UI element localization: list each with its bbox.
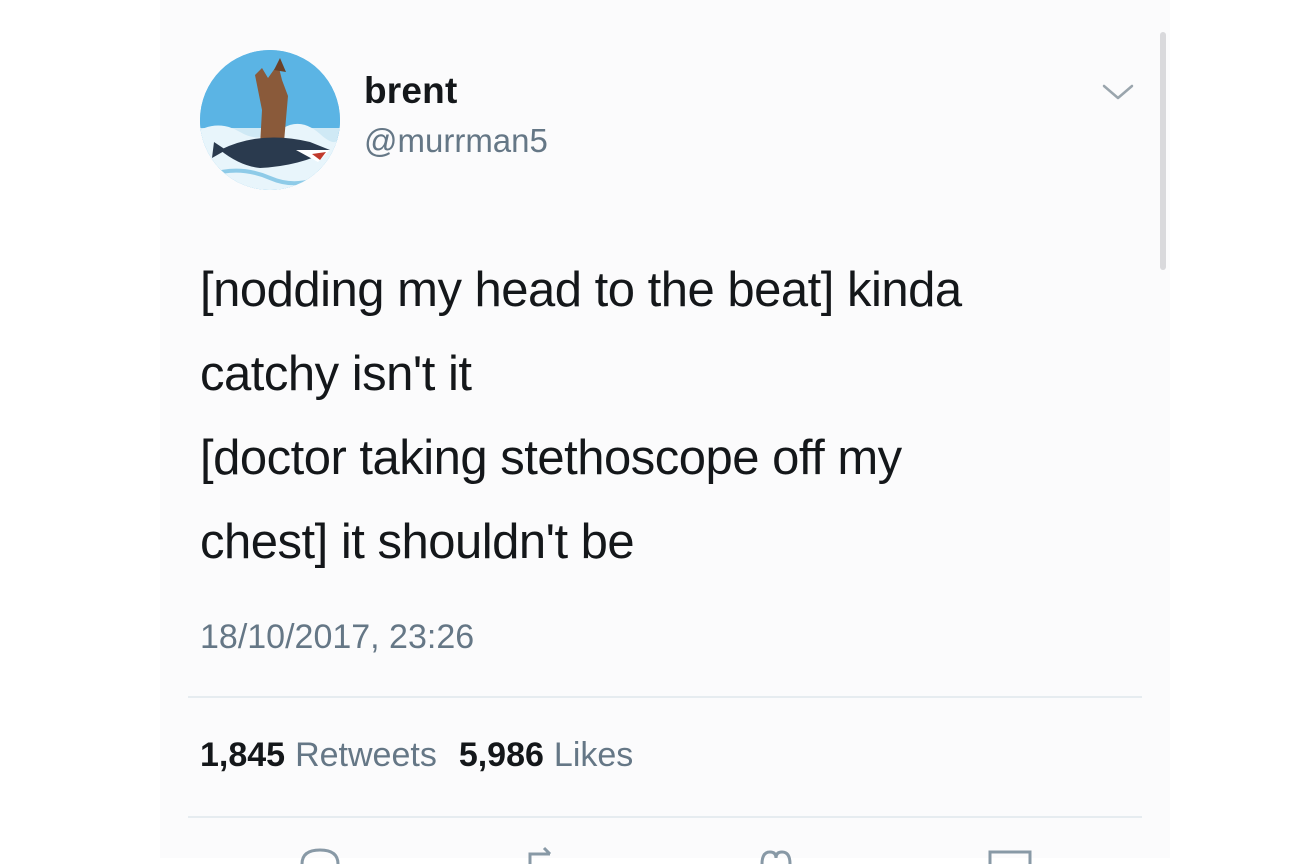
retweets-stat[interactable]: 1,845 Retweets — [200, 736, 437, 775]
like-icon[interactable] — [752, 846, 800, 866]
likes-stat[interactable]: 5,986 Likes — [459, 736, 633, 775]
retweets-label: Retweets — [295, 736, 437, 774]
display-name[interactable]: brent — [364, 70, 458, 112]
likes-label: Likes — [553, 736, 634, 774]
likes-count: 5,986 — [458, 736, 544, 774]
scrollbar[interactable] — [1160, 32, 1166, 270]
share-icon[interactable] — [986, 846, 1034, 866]
retweet-icon[interactable] — [522, 846, 570, 866]
chevron-down-icon[interactable] — [1100, 80, 1136, 104]
divider — [188, 816, 1142, 818]
avatar-icon — [200, 50, 340, 190]
tweet-stats: 1,845 Retweets 5,986 Likes — [200, 736, 633, 775]
avatar[interactable] — [200, 50, 340, 190]
divider — [188, 696, 1142, 698]
reply-icon[interactable] — [296, 846, 344, 866]
user-handle[interactable]: @murrman5 — [364, 122, 548, 160]
tweet-text: [nodding my head to the beat] kinda catc… — [200, 263, 962, 569]
tweet-timestamp[interactable]: 18/10/2017, 23:26 — [200, 618, 474, 657]
retweets-count: 1,845 — [200, 736, 286, 774]
